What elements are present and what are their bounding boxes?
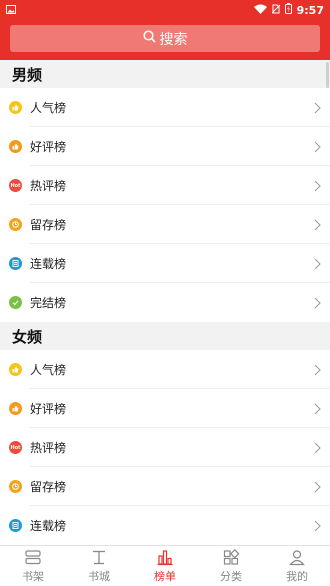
list-scrollbar[interactable] [326, 62, 329, 88]
hot-badge-text: Hot [10, 182, 21, 189]
good-review-icon [9, 140, 22, 153]
chevron-right-icon [314, 520, 321, 531]
chevron-right-icon [314, 258, 321, 269]
chevron-right-icon [314, 403, 321, 414]
chevron-right-icon [314, 481, 321, 492]
list-item-label: 连载榜 [30, 519, 67, 533]
list-item[interactable]: 好评榜 [0, 127, 330, 166]
list-item[interactable]: 完结榜 [0, 283, 330, 322]
chevron-right-icon [314, 297, 321, 308]
tab-profile[interactable]: 我的 [264, 546, 330, 586]
bottom-tab-bar: 书架 书城 榜单 分类 我的 [0, 545, 330, 586]
list-item-label: 人气榜 [30, 101, 67, 115]
app-root: 9:57 搜索 男频 人气榜 好评榜 Hot 热评榜 留存榜 连载榜 完结榜 女… [0, 0, 330, 586]
hot-badge-text: Hot [10, 444, 21, 451]
list-item[interactable]: 留存榜 [0, 467, 330, 506]
search-icon [142, 30, 156, 47]
list-item[interactable]: 连载榜 [0, 506, 330, 545]
list-item[interactable]: Hot 热评榜 [0, 166, 330, 205]
chevron-right-icon [314, 180, 321, 191]
list-item[interactable]: 留存榜 [0, 205, 330, 244]
hot-icon: Hot [9, 441, 22, 454]
search-placeholder: 搜索 [159, 31, 188, 48]
section-rows-male: 人气榜 好评榜 Hot 热评榜 留存榜 连载榜 完结榜 [0, 88, 330, 322]
list-item-label: 好评榜 [30, 402, 67, 416]
section-header-female: 女频 [0, 322, 330, 350]
good-review-icon [9, 402, 22, 415]
hot-icon: Hot [9, 179, 22, 192]
section-rows-female: 人气榜 好评榜 Hot 热评榜 留存榜 连载榜 [0, 350, 330, 545]
thumbs-up-icon [9, 101, 22, 114]
tab-bookstore[interactable]: 书城 [66, 546, 132, 586]
section-title: 男频 [12, 65, 43, 84]
thumbs-up-icon [9, 363, 22, 376]
list-item-label: 连载榜 [30, 257, 67, 271]
wifi-icon [253, 4, 267, 17]
tab-label: 我的 [286, 569, 308, 583]
bookstore-icon [93, 550, 105, 564]
list-item[interactable]: 好评榜 [0, 389, 330, 428]
list-item-label: 完结榜 [30, 296, 67, 310]
tab-bookshelf[interactable]: 书架 [0, 546, 66, 586]
tab-category[interactable]: 分类 [198, 546, 264, 586]
chevron-right-icon [314, 102, 321, 113]
tab-label: 书架 [22, 569, 44, 583]
status-bar: 9:57 [0, 0, 330, 20]
section-header-male: 男频 [0, 60, 330, 88]
chevron-right-icon [314, 364, 321, 375]
list-item-label: 热评榜 [30, 179, 67, 193]
tab-label: 榜单 [154, 569, 176, 583]
serial-icon [9, 519, 22, 532]
retention-icon [9, 480, 22, 493]
gallery-notification-icon [6, 4, 16, 17]
section-title: 女频 [12, 327, 43, 346]
bookshelf-icon [25, 549, 41, 564]
ranking-list[interactable]: 男频 人气榜 好评榜 Hot 热评榜 留存榜 连载榜 完结榜 女频 人气榜 好评… [0, 60, 330, 545]
list-item[interactable]: Hot 热评榜 [0, 428, 330, 467]
profile-icon [289, 549, 305, 565]
list-item-label: 好评榜 [30, 140, 67, 154]
check-icon [9, 296, 22, 309]
list-item[interactable]: 连载榜 [0, 244, 330, 283]
serial-icon [9, 257, 22, 270]
tab-label: 分类 [220, 569, 242, 583]
list-item[interactable]: 人气榜 [0, 350, 330, 389]
chevron-right-icon [314, 442, 321, 453]
chevron-right-icon [314, 141, 321, 152]
list-item-label: 留存榜 [30, 480, 67, 494]
list-item-label: 热评榜 [30, 441, 67, 455]
battery-icon [284, 3, 292, 17]
tab-label: 书城 [88, 569, 110, 583]
retention-icon [9, 218, 22, 231]
search-bar[interactable]: 搜索 [10, 25, 320, 52]
ranking-icon [157, 549, 173, 565]
clock-time: 9:57 [296, 3, 324, 17]
tab-ranking[interactable]: 榜单 [132, 546, 198, 586]
no-sim-icon [271, 4, 280, 17]
list-item-label: 留存榜 [30, 218, 67, 232]
header-bar: 搜索 [0, 20, 330, 60]
list-item-label: 人气榜 [30, 363, 67, 377]
category-icon [223, 548, 240, 565]
list-item[interactable]: 人气榜 [0, 88, 330, 127]
chevron-right-icon [314, 219, 321, 230]
